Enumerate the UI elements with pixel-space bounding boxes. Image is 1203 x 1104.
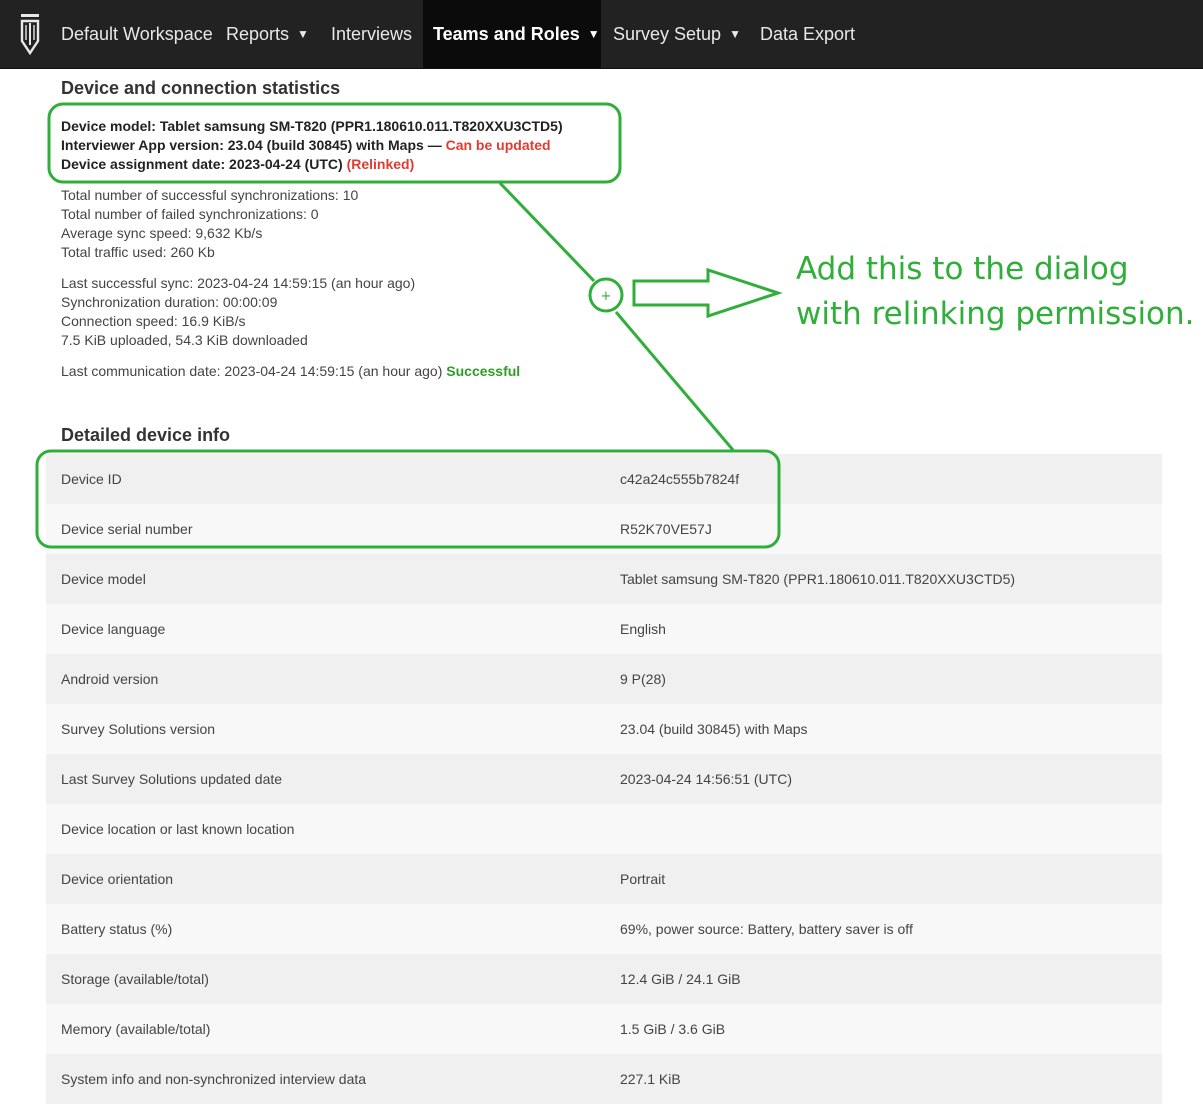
connector-line-top xyxy=(498,181,596,283)
table-row: Device location or last known location xyxy=(46,804,1162,854)
transfer-amount: 7.5 KiB uploaded, 54.3 KiB downloaded xyxy=(61,332,308,348)
plus-icon: + xyxy=(601,289,612,304)
row-value: English xyxy=(620,621,666,637)
arrow-right-icon xyxy=(632,267,783,319)
table-row: Device ID c42a24c555b7824f xyxy=(46,454,1162,504)
plus-circle-icon xyxy=(588,277,624,313)
row-label: Survey Solutions version xyxy=(61,721,216,737)
row-value: 1.5 GiB / 3.6 GiB xyxy=(620,1021,726,1037)
row-value: Portrait xyxy=(620,871,666,887)
table-row: Device orientation Portrait xyxy=(46,854,1162,904)
survey-solutions-logo-icon[interactable] xyxy=(19,13,41,55)
row-label: Device model xyxy=(61,571,146,587)
nav-label: Survey Setup xyxy=(613,24,722,44)
row-value: 12.4 GiB / 24.1 GiB xyxy=(620,971,741,987)
row-label: Device orientation xyxy=(61,871,174,887)
row-label: Device ID xyxy=(61,471,122,487)
table-row: Storage (available/total) 12.4 GiB / 24.… xyxy=(46,954,1162,1004)
table-row: Device serial number R52K70VE57J xyxy=(46,504,1162,554)
row-label: Device serial number xyxy=(61,521,193,537)
details-title: Detailed device info xyxy=(61,425,231,445)
can-be-updated-link[interactable]: Can be updated xyxy=(446,137,551,153)
caret-down-icon: ▼ xyxy=(729,27,741,41)
row-value: 227.1 KiB xyxy=(620,1071,681,1087)
stats-title: Device and connection statistics xyxy=(61,78,341,98)
nav-data-export[interactable]: Data Export xyxy=(760,0,855,68)
row-label: Device location or last known location xyxy=(61,821,295,837)
connector-line-bottom xyxy=(614,311,735,451)
caret-down-icon: ▼ xyxy=(297,27,309,41)
table-row: System info and non-synchronized intervi… xyxy=(46,1054,1162,1104)
total-traffic: Total traffic used: 260 Kb xyxy=(61,244,215,260)
connection-speed: Connection speed: 16.9 KiB/s xyxy=(61,313,246,329)
row-label: Last Survey Solutions updated date xyxy=(61,771,283,787)
top-navbar: Default Workspace Reports ▼ Interviews Te… xyxy=(0,0,1203,69)
row-value: c42a24c555b7824f xyxy=(620,471,740,487)
app-version-text: Interviewer App version: 23.04 (build 30… xyxy=(61,137,442,153)
status-badge: Successful xyxy=(446,363,521,379)
row-label: Device language xyxy=(61,621,166,637)
assignment-date-line: Device assignment date: 2023-04-24 (UTC)… xyxy=(61,156,414,172)
table-row: Android version 9 P(28) xyxy=(46,654,1162,704)
app-version-line: Interviewer App version: 23.04 (build 30… xyxy=(61,137,551,153)
device-info-table: Device ID c42a24c555b7824f Device serial… xyxy=(46,454,1162,1104)
nav-default-workspace[interactable]: Default Workspace xyxy=(61,0,213,68)
row-label: System info and non-synchronized intervi… xyxy=(61,1071,367,1087)
nav-label: Teams and Roles xyxy=(433,24,580,44)
nav-label: Default Workspace xyxy=(61,24,213,44)
sync-success-count: Total number of successful synchronizati… xyxy=(61,187,359,203)
row-value: Tablet samsung SM-T820 (PPR1.180610.011.… xyxy=(620,571,1016,587)
last-communication-text: Last communication date: 2023-04-24 14:5… xyxy=(61,363,443,379)
nav-survey-setup[interactable]: Survey Setup ▼ xyxy=(613,0,741,68)
table-row: Survey Solutions version 23.04 (build 30… xyxy=(46,704,1162,754)
table-row: Device language English xyxy=(46,604,1162,654)
nav-label: Interviews xyxy=(331,24,413,44)
row-value: 2023-04-24 14:56:51 (UTC) xyxy=(620,771,792,787)
table-row: Memory (available/total) 1.5 GiB / 3.6 G… xyxy=(46,1004,1162,1054)
row-value: 23.04 (build 30845) with Maps xyxy=(620,721,808,737)
row-value: 69%, power source: Battery, battery save… xyxy=(620,921,913,937)
nav-label: Data Export xyxy=(760,24,856,44)
table-row: Last Survey Solutions updated date 2023-… xyxy=(46,754,1162,804)
row-label: Android version xyxy=(61,671,159,687)
row-value: R52K70VE57J xyxy=(620,521,712,537)
row-label: Battery status (%) xyxy=(61,921,173,937)
nav-label: Reports xyxy=(226,24,290,44)
nav-reports[interactable]: Reports ▼ xyxy=(226,0,309,68)
nav-interviews[interactable]: Interviews xyxy=(331,0,412,68)
assignment-date-text: Device assignment date: 2023-04-24 (UTC) xyxy=(61,156,343,172)
sync-failed-count: Total number of failed synchronizations:… xyxy=(61,206,319,222)
table-row: Battery status (%) 69%, power source: Ba… xyxy=(46,904,1162,954)
caret-down-icon: ▼ xyxy=(587,27,600,41)
nav-teams-and-roles[interactable]: Teams and Roles ▼ xyxy=(423,0,601,68)
avg-sync-speed: Average sync speed: 9,632 Kb/s xyxy=(61,225,263,241)
sync-duration: Synchronization duration: 00:00:09 xyxy=(61,294,278,310)
row-value: 9 P(28) xyxy=(620,671,666,687)
annotation-callout: Add this to the dialog with relinking pe… xyxy=(796,251,1195,332)
row-label: Memory (available/total) xyxy=(61,1021,211,1037)
device-model-line: Device model: Tablet samsung SM-T820 (PP… xyxy=(61,118,563,134)
table-row: Device model Tablet samsung SM-T820 (PPR… xyxy=(46,554,1162,604)
last-communication: Last communication date: 2023-04-24 14:5… xyxy=(61,363,520,379)
last-successful-sync: Last successful sync: 2023-04-24 14:59:1… xyxy=(61,275,416,291)
row-label: Storage (available/total) xyxy=(61,971,209,987)
relinked-badge: (Relinked) xyxy=(346,156,415,172)
